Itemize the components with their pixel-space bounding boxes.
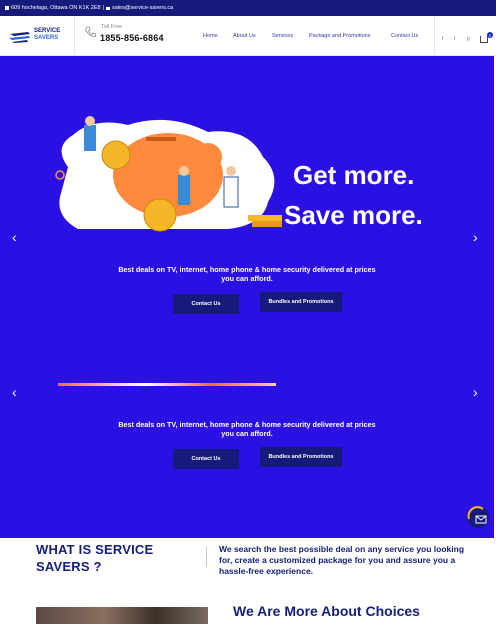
contact-us-button[interactable]: Contact Us: [173, 294, 239, 314]
nav-contact-us[interactable]: Contact Us: [391, 33, 418, 39]
about-title: WHAT IS SERVICE SAVERS ?: [36, 542, 154, 574]
nav-services[interactable]: Services: [272, 33, 293, 39]
nav-home[interactable]: Home: [203, 33, 218, 39]
google-plus-icon[interactable]: g: [467, 36, 470, 42]
logo-line-1: SERVICE: [34, 28, 61, 34]
site-header: SERVICE SAVERS Toll Free 1855-856-6864 H…: [0, 16, 496, 56]
bundles-promotions-button[interactable]: Bundles and Promotions: [260, 292, 342, 312]
about-divider: [206, 547, 207, 567]
mail-chat-icon: [467, 506, 487, 524]
hero-headline-1: Get more.: [293, 160, 415, 190]
logo-icon: [9, 32, 30, 43]
cart-icon[interactable]: [480, 36, 488, 43]
person-photo: [36, 607, 208, 624]
logo-text: SERVICE SAVERS: [34, 28, 60, 42]
top-contact-bar: 609 hochelaga, Ottawa ON K1K 2E8 | sales…: [0, 0, 496, 16]
header-divider: [74, 16, 75, 56]
topbar-separator: |: [102, 5, 105, 11]
facebook-icon[interactable]: f: [442, 36, 443, 42]
nav-about-us[interactable]: About Us: [233, 33, 256, 39]
nav-package-and-promotions[interactable]: Package and Promotions: [309, 33, 370, 39]
chat-widget[interactable]: [467, 506, 489, 528]
more-title: We Are More About Choices: [233, 603, 420, 619]
hero-headline-2: Save more.: [284, 200, 423, 230]
phone-number[interactable]: 1855-856-6864: [100, 33, 164, 43]
phone-label: Toll Free: [101, 24, 123, 30]
phone-icon: [85, 26, 96, 38]
slide-image-strip: [58, 383, 276, 386]
address-text: 609 hochelaga, Ottawa ON K1K 2E8: [11, 5, 101, 11]
piggy-bank-illustration: [55, 116, 282, 232]
slider-prev-arrow-2[interactable]: ‹: [12, 384, 17, 400]
hero-subtext-2: Best deals on TV, internet, home phone &…: [118, 420, 376, 438]
header-divider-right: [434, 16, 435, 56]
location-icon: [5, 6, 9, 10]
email-link[interactable]: sales@service-savers.ca: [112, 5, 173, 11]
slider-next-arrow[interactable]: ›: [473, 229, 478, 245]
hero-subtext: Best deals on TV, internet, home phone &…: [118, 265, 376, 283]
logo[interactable]: SERVICE SAVERS: [8, 26, 64, 48]
slider-next-arrow-2[interactable]: ›: [473, 384, 478, 400]
cart-count-badge: 0: [487, 32, 493, 38]
logo-line-2: SAVERS: [34, 35, 59, 41]
slider-prev-arrow[interactable]: ‹: [12, 229, 17, 245]
contact-us-button-2[interactable]: Contact Us: [173, 449, 239, 469]
twitter-icon[interactable]: t: [454, 36, 455, 42]
bundles-promotions-button-2[interactable]: Bundles and Promotions: [260, 447, 342, 467]
mail-icon: [106, 6, 111, 10]
about-text: We search the best possible deal on any …: [219, 544, 465, 576]
